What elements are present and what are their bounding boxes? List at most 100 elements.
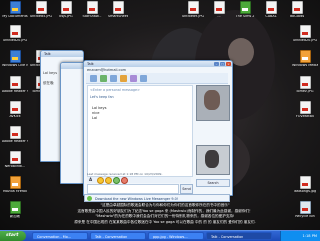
desktop-icon-windows-media-player[interactable]: Windows Media Player [292,50,318,74]
emoticon-icon[interactable] [97,177,104,184]
desktop-icon-neroblindi[interactable]: NeroBlindi... [2,151,28,175]
font-button[interactable]: A [89,177,92,182]
taskbar-item-label: Conversation - Mo... [37,235,71,239]
desktop-icon-mozilla-firefox[interactable]: Mozilla Firefox [2,176,28,200]
nudge-icon[interactable] [113,177,120,184]
desktop-icon-my-documents[interactable]: My Documents [2,1,28,25]
minimize-button[interactable]: – [214,62,219,66]
chat-message: nice [92,111,100,115]
activities-icon[interactable] [120,75,127,82]
games-icon[interactable] [130,75,137,82]
icon-label: AvKick [9,115,21,118]
taskbar-item[interactable]: Conversation - Mo... [32,232,88,240]
app-icon [9,151,21,164]
recycle-bin-icon [299,201,311,214]
desktop-icon-the-sims-2[interactable]: The Sims 2 [232,1,258,25]
desktop-icon-adobe-reader[interactable]: Adobe Reader 9 [2,76,28,100]
maximize-button[interactable]: □ [220,62,225,66]
messenger-conversation-window[interactable]: Talk – □ × enzcam@hotmail.com <Enter a p… [83,60,233,196]
last-message-status: Last message received at 1:18 PM on 10/2… [87,172,163,176]
block-icon[interactable] [140,75,147,82]
image-file-icon [187,1,199,14]
desktop-icon-adobe-reader-2[interactable]: Adobe Reader 9 [2,126,28,150]
desktop-icon-untitled9[interactable]: untitled9.JPG [180,1,206,25]
wink-icon[interactable] [105,177,112,184]
desktop-icon-smartsheet[interactable]: SmartSheet [105,1,131,25]
desktop-icon-unnamed[interactable]: ... [206,1,232,25]
messenger-icon [9,50,21,63]
contact-display-picture[interactable] [196,85,230,121]
taskbar-item[interactable]: Talk - Conversation [90,232,146,240]
icon-label: ... [217,15,221,18]
icon-label: lastsongs.jpg [293,190,317,193]
desktop-icon-avkick[interactable]: AvKick [2,101,28,125]
clock[interactable]: 1:18 PM [303,234,317,238]
icon-label: doCooss [289,15,305,18]
desktop-icon-docooss[interactable]: doCooss [284,1,310,25]
share-files-icon[interactable] [100,75,107,82]
voice-clip-icon[interactable] [121,177,128,184]
app-icon [9,101,21,114]
icon-label: Adobe Reader 9 [2,140,28,143]
icon-label: Windows Media Player [292,64,318,67]
image-file-icon [291,1,303,14]
conversation-toolbar [86,73,228,84]
desktop-icon-starshaw[interactable]: StarShaw... [79,1,105,25]
image-file-icon [299,25,311,38]
icon-label: Mozilla Firefox [3,190,27,193]
desktop-icon-windows-live-messenger[interactable]: Windows Live Messenger [2,50,28,74]
taskbar-item-active[interactable]: Talk - Conversation [206,232,272,240]
window-title: Talk [44,52,51,56]
desktop-icon-cabal[interactable]: CABAL [258,1,284,25]
close-button[interactable]: × [226,62,231,66]
contact-email: enzcam@hotmail.com [87,68,127,72]
icon-label: Recycle Bin [295,215,315,218]
my-display-picture[interactable] [196,145,230,175]
icon-label: Adobe Reader 9 [2,90,28,93]
folder-icon [9,201,21,214]
desktop-icon-bsjs[interactable]: bsjs.JPG [53,1,79,25]
icon-label: CABAL [265,15,277,18]
desktop-icon-lastsongs[interactable]: lastsongs.jpg [292,176,318,200]
icon-label: 新加坡 [9,215,21,218]
icon-label: NeroBlindi... [4,165,26,168]
chat-history[interactable]: <Enter a personal message> Let's keep fa… [87,85,193,177]
desktop-icon-iomez-right[interactable]: Iomez.JPG [292,76,318,100]
window-titlebar[interactable]: Talk – □ × [84,61,232,67]
image-file-icon [213,1,225,14]
icon-label: My Documents [2,15,28,18]
start-label: start [6,233,19,238]
avatar [204,90,220,110]
image-file-icon [60,1,72,14]
desktop-icon-untitled20-right[interactable]: untitled20.JPG [292,25,318,49]
window-title: Talk [87,62,94,66]
window-titlebar[interactable]: Talk [41,51,83,57]
image-file-icon [299,101,311,114]
pdf-icon [9,126,21,139]
desktop-icon-recycle-bin[interactable]: Recycle Bin [292,201,318,225]
desktop-icon-singapore[interactable]: 新加坡 [2,201,28,225]
video-call-icon[interactable] [110,75,117,82]
chat-message: Lol keys [92,106,107,110]
desktop-icon-untitled5[interactable]: untitled5.JPG [28,1,54,25]
taskbar-item-label: Talk - Conversation [95,235,128,239]
send-button[interactable]: Send [180,184,193,194]
chat-snippet: Lol keys [43,71,58,75]
icon-label: FOvzwttB0 [295,115,315,118]
search-button[interactable]: Search [196,179,230,187]
invite-icon[interactable] [90,75,97,82]
desktop-icon-untitled20[interactable]: untitled20.JPG [2,25,28,49]
icon-label: The Sims 2 [235,15,255,18]
messenger-ad-banner[interactable]: Download the new Windows Live Messenger … [84,194,230,202]
icon-label: SmartSheet [107,15,129,18]
image-file-icon [9,25,21,38]
desktop-icon-fovzwttb0[interactable]: FOvzwttB0 [292,101,318,125]
icon-label: Iomez.JPG [296,90,314,93]
taskbar-item[interactable]: ppp.jpg - Windows... [148,232,204,240]
messenger-logo-icon [87,196,92,201]
taskbar-item-label: Talk - Conversation [211,235,244,239]
message-input[interactable] [87,184,179,194]
chat-snippet-chinese: 依在晚 [43,81,54,85]
firefox-icon [9,176,21,189]
ad-text: Download the new Windows Live Messenger … [95,197,179,201]
